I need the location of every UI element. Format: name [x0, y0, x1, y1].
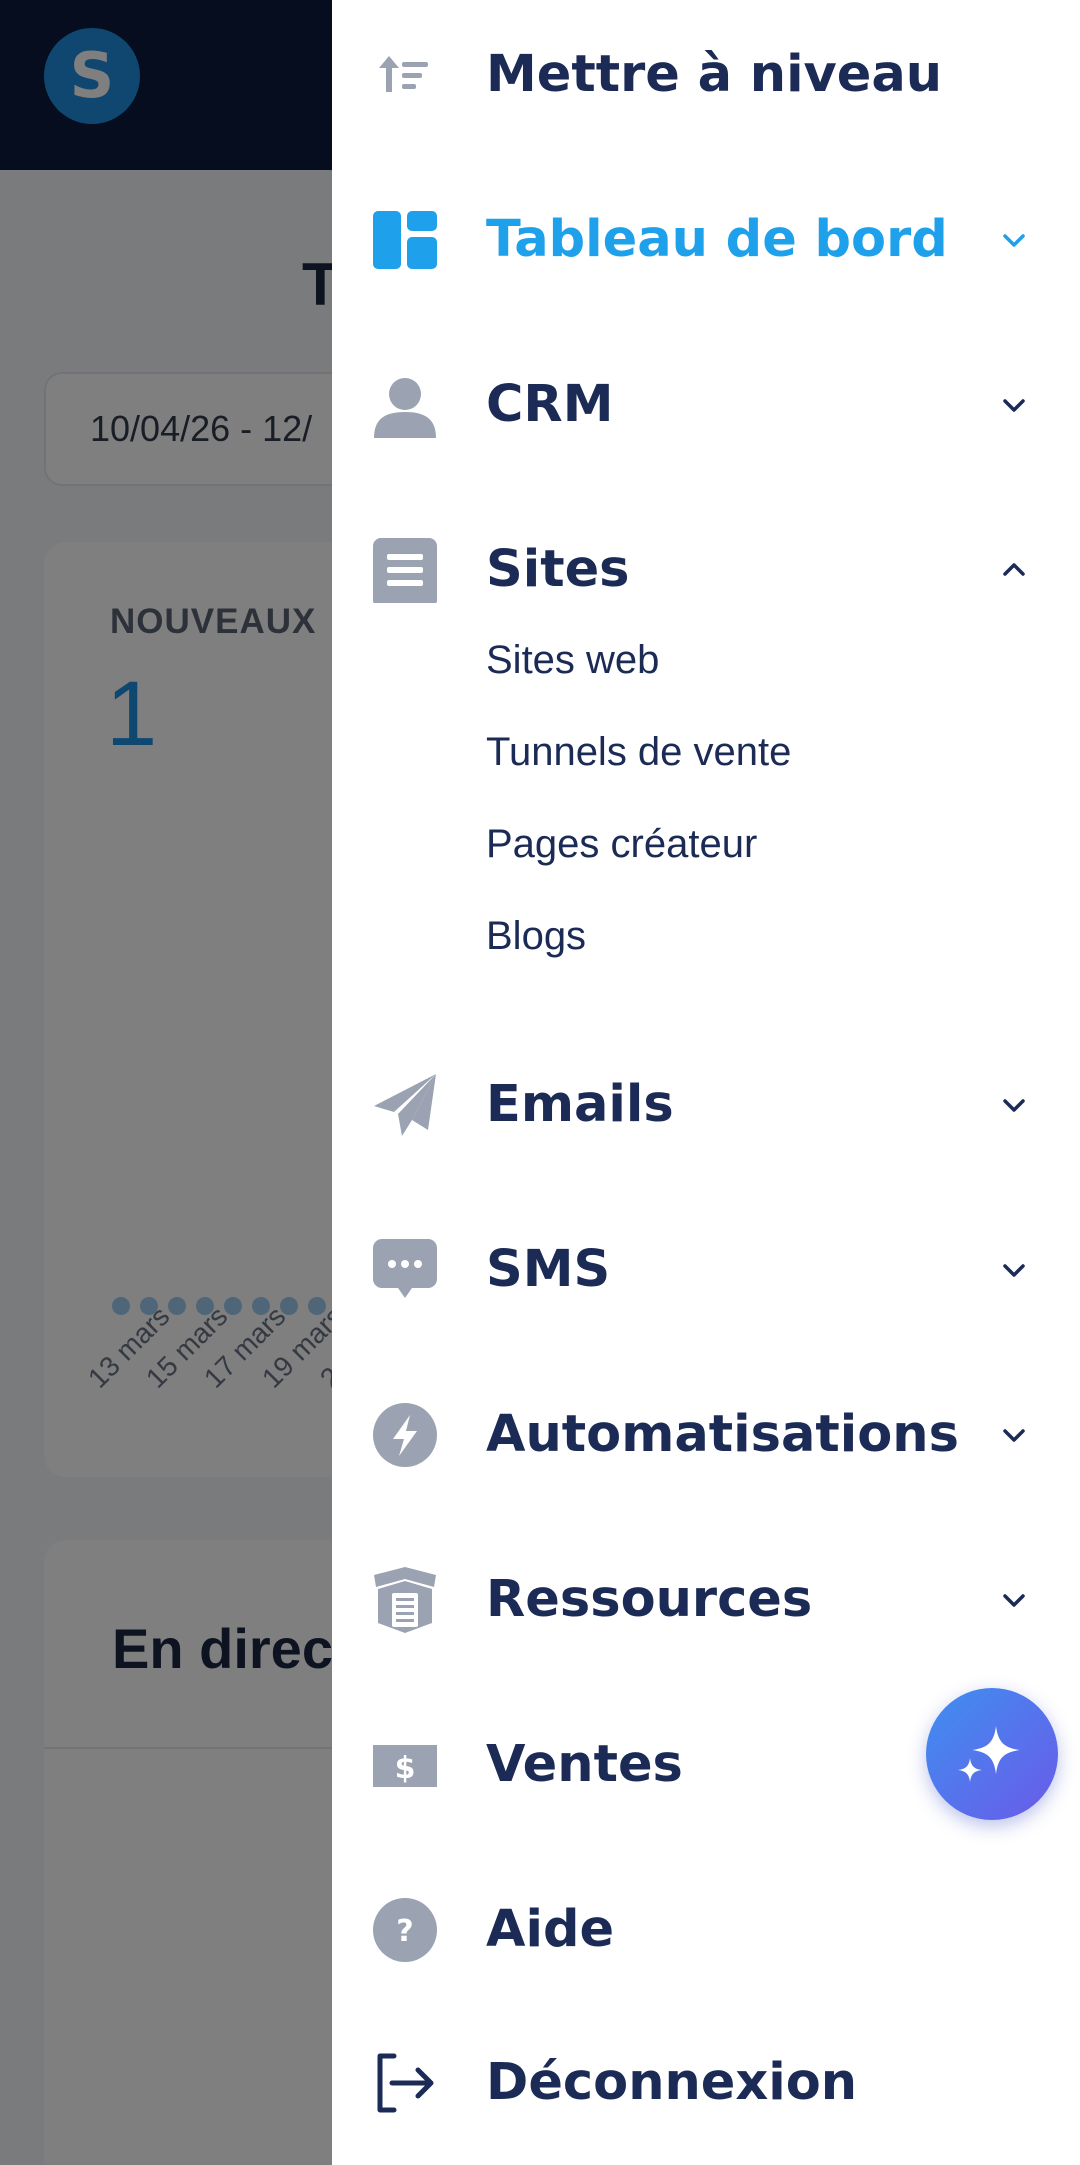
dashboard-icon — [372, 207, 438, 273]
chevron-down-icon[interactable] — [996, 1582, 1032, 1618]
menu-item-crm[interactable]: CRM — [332, 372, 1080, 492]
submenu-item-creator-pages[interactable]: Pages créateur — [486, 816, 757, 872]
menu-label: Aide — [486, 1900, 615, 1959]
logout-icon — [372, 2050, 438, 2116]
sort-upgrade-icon — [372, 42, 438, 108]
chevron-down-icon[interactable] — [996, 387, 1032, 423]
chevron-down-icon[interactable] — [996, 1087, 1032, 1123]
document-icon — [372, 537, 438, 603]
menu-label: Tableau de bord — [486, 210, 948, 269]
menu-label: Ventes — [486, 1735, 683, 1794]
menu-item-automations[interactable]: Automatisations — [332, 1402, 1080, 1522]
chevron-up-icon[interactable] — [996, 552, 1032, 588]
menu-label: Sites — [486, 540, 630, 599]
menu-label: Automatisations — [486, 1405, 959, 1464]
submenu-item-blogs[interactable]: Blogs — [486, 908, 586, 964]
ai-assistant-button[interactable] — [926, 1688, 1058, 1820]
submenu-item-sales-funnels[interactable]: Tunnels de vente — [486, 724, 791, 780]
svg-text:$: $ — [395, 1751, 416, 1786]
menu-item-dashboard[interactable]: Tableau de bord — [332, 207, 1080, 327]
menu-item-emails[interactable]: Emails — [332, 1072, 1080, 1192]
navigation-drawer: Mettre à niveau Tableau de bord CRM Site… — [332, 0, 1080, 2165]
chevron-down-icon[interactable] — [996, 1417, 1032, 1453]
help-icon: ? — [372, 1897, 438, 1963]
submenu-item-websites[interactable]: Sites web — [486, 632, 659, 688]
sparkles-icon — [958, 1726, 1020, 1782]
menu-item-upgrade[interactable]: Mettre à niveau — [332, 42, 1080, 162]
box-icon — [372, 1567, 438, 1633]
menu-item-help[interactable]: ? Aide — [332, 1897, 1080, 2017]
menu-label: Emails — [486, 1075, 674, 1134]
menu-label: Mettre à niveau — [486, 45, 943, 104]
menu-item-sites[interactable]: Sites — [332, 537, 1080, 657]
dollar-icon: $ — [372, 1732, 438, 1798]
menu-label: SMS — [486, 1240, 611, 1299]
chevron-down-icon[interactable] — [996, 222, 1032, 258]
chevron-down-icon[interactable] — [996, 1252, 1032, 1288]
menu-label: Déconnexion — [486, 2053, 858, 2112]
menu-label: CRM — [486, 375, 614, 434]
menu-item-sms[interactable]: SMS — [332, 1237, 1080, 1357]
menu-item-resources[interactable]: Ressources — [332, 1567, 1080, 1687]
menu-label: Ressources — [486, 1570, 813, 1629]
user-icon — [372, 372, 438, 438]
menu-item-logout[interactable]: Déconnexion — [332, 2050, 1080, 2165]
paper-plane-icon — [372, 1072, 438, 1138]
bolt-icon — [372, 1402, 438, 1468]
svg-text:?: ? — [396, 1914, 413, 1949]
chat-bubble-icon — [372, 1237, 438, 1303]
